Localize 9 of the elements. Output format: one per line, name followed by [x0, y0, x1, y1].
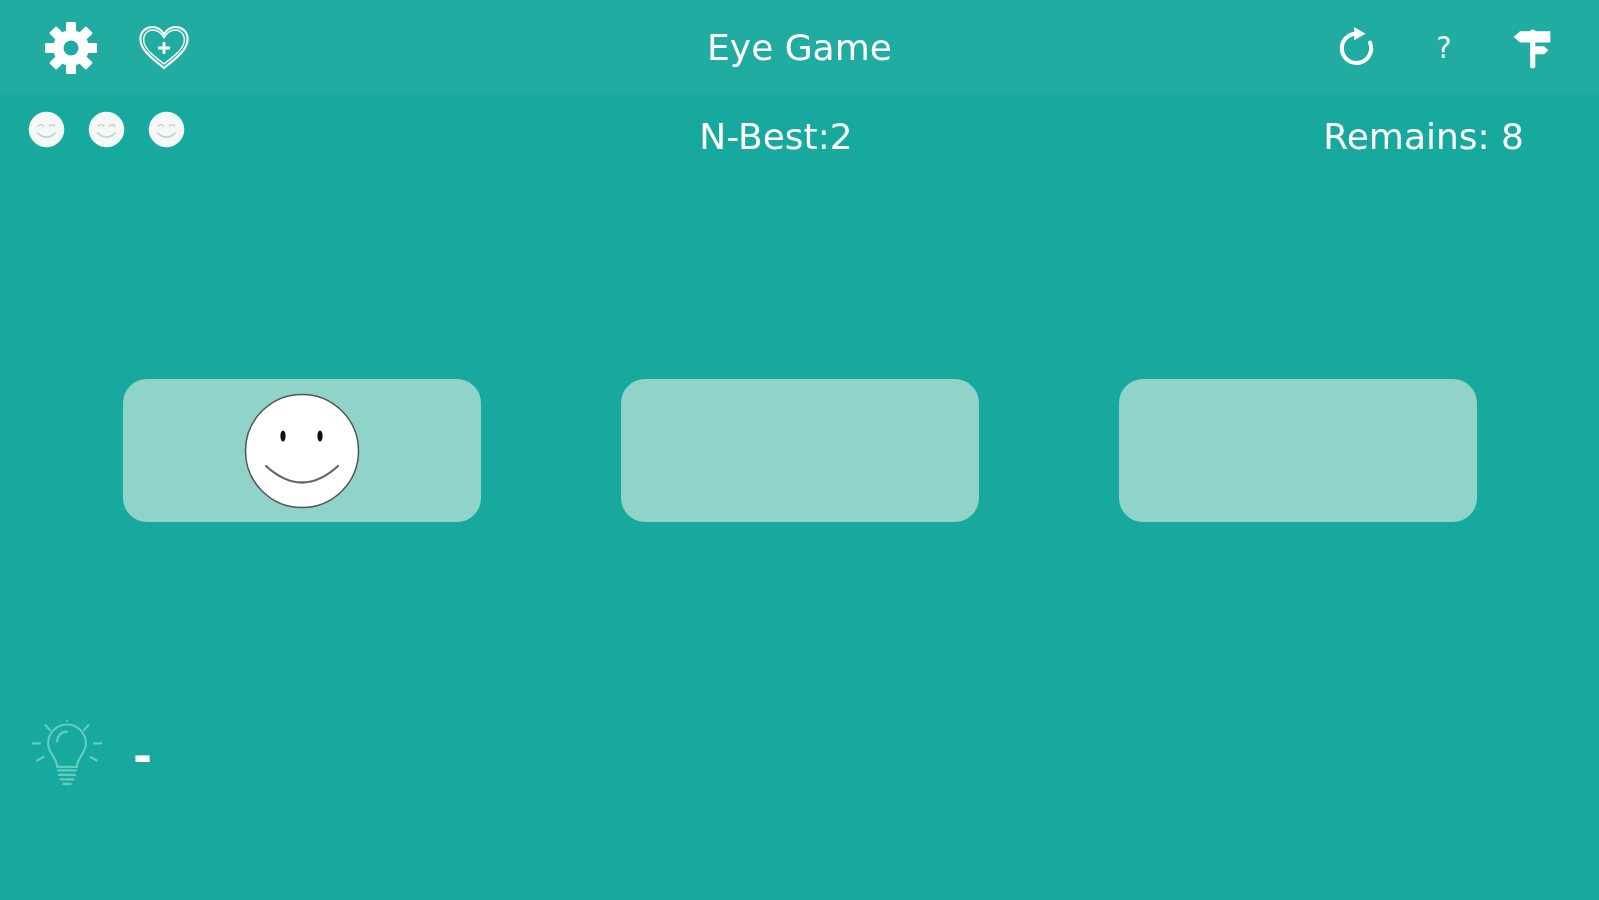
game-title: Eye Game: [707, 25, 892, 70]
hint-count: -: [133, 731, 153, 781]
smiley-face-icon: [243, 392, 360, 509]
best-score: N-Best:2: [699, 116, 853, 158]
help-button[interactable]: ?: [1430, 29, 1458, 66]
heart-plus-icon[interactable]: [138, 24, 190, 71]
settings-icon[interactable]: [45, 21, 97, 74]
game-card[interactable]: [122, 379, 481, 522]
remaining-count: Remains: 8: [1323, 116, 1524, 158]
